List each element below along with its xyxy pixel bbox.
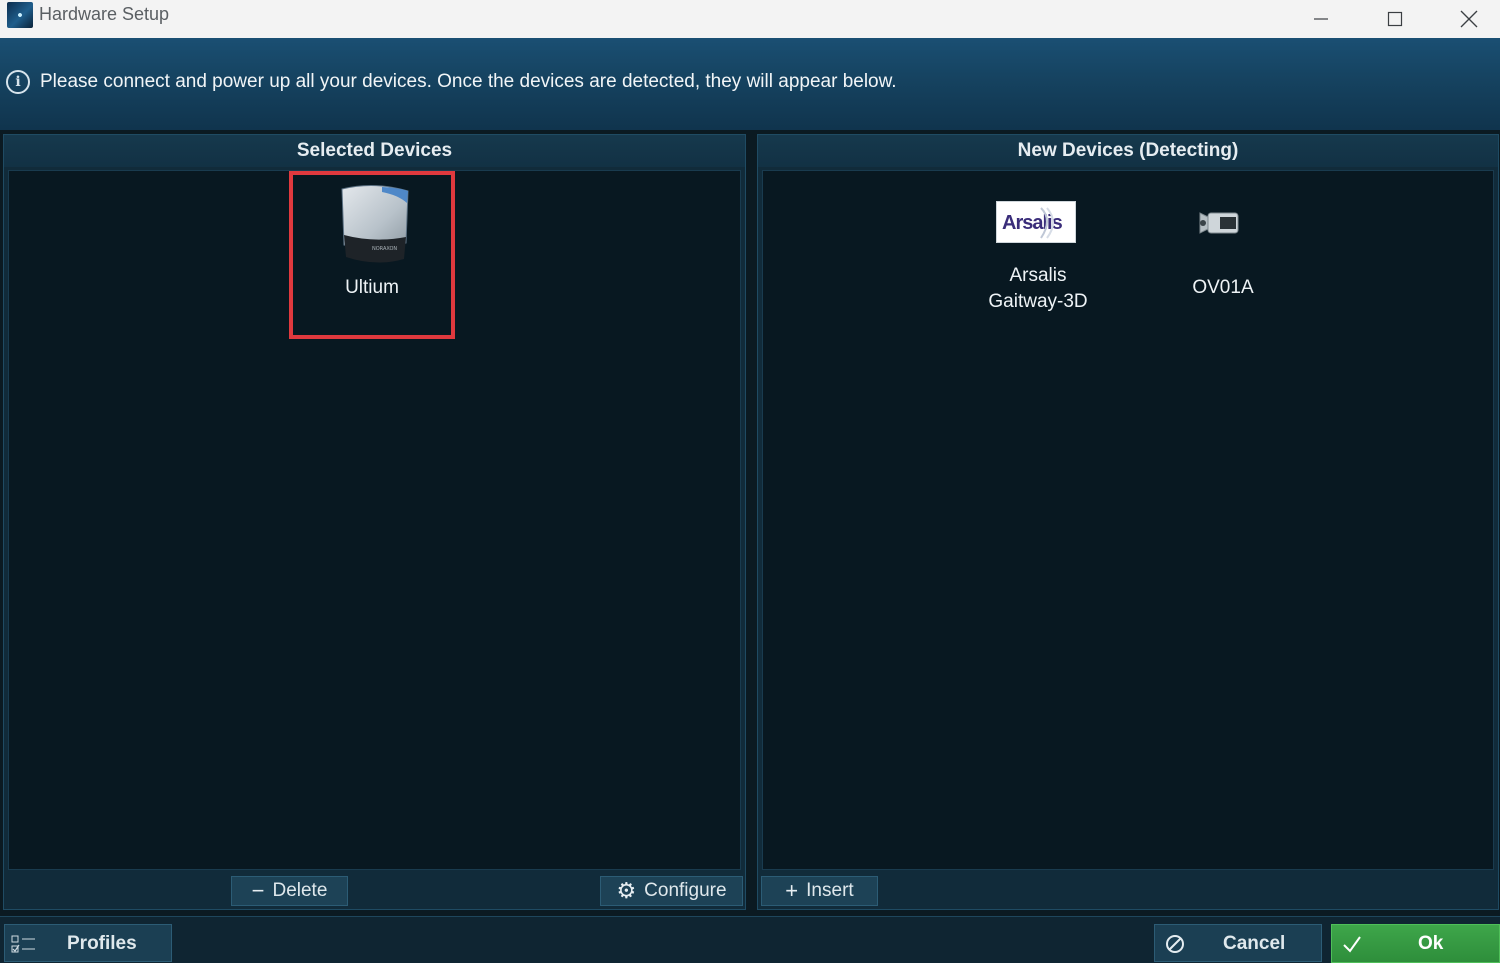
- app-logo-icon: [7, 2, 33, 28]
- gear-icon: ⚙: [616, 878, 637, 903]
- arsalis-logo-icon: Arsalis: [996, 201, 1076, 243]
- ultium-label: Ultium: [345, 277, 399, 298]
- ok-label: Ok: [1418, 933, 1444, 954]
- svg-text:NORAXON: NORAXON: [372, 246, 397, 252]
- configure-button[interactable]: ⚙ Configure: [600, 876, 743, 906]
- info-icon: i: [6, 70, 30, 94]
- maximize-button[interactable]: [1358, 0, 1432, 38]
- window-title: Hardware Setup: [39, 4, 170, 24]
- dialog-footer: Profiles Cancel Ok: [0, 916, 1500, 963]
- device-ov01a[interactable]: OV01A: [1163, 201, 1283, 311]
- new-panel-toolbar: + Insert: [758, 875, 1498, 909]
- device-ultium[interactable]: NORAXON Ultium: [289, 171, 455, 339]
- new-devices-list: Arsalis Arsalis Gaitway-3D OV01A: [762, 170, 1494, 870]
- selected-devices-title: Selected Devices: [4, 135, 745, 167]
- configure-label: Configure: [644, 880, 727, 901]
- selected-devices-list: NORAXON Ultium: [8, 170, 741, 870]
- minimize-icon: [1314, 18, 1328, 20]
- profiles-label: Profiles: [67, 933, 137, 954]
- device-arsalis-gaitway[interactable]: Arsalis Arsalis Gaitway-3D: [958, 201, 1118, 321]
- video-camera-icon: [1199, 212, 1239, 234]
- minimize-button[interactable]: [1284, 0, 1358, 38]
- info-message: Please connect and power up all your dev…: [40, 71, 897, 92]
- delete-button[interactable]: − Delete: [231, 876, 348, 906]
- selected-devices-panel: Selected Devices NORAXON Ultium − Delete…: [3, 134, 746, 910]
- new-devices-panel: New Devices (Detecting) Arsalis Arsalis …: [757, 134, 1499, 910]
- insert-button[interactable]: + Insert: [761, 876, 878, 906]
- cancel-label: Cancel: [1223, 933, 1286, 954]
- ov01a-label: OV01A: [1192, 277, 1254, 298]
- minus-icon: −: [251, 878, 265, 903]
- insert-label: Insert: [806, 880, 854, 901]
- ultium-device-icon: NORAXON: [341, 184, 409, 263]
- cancel-button[interactable]: Cancel: [1154, 924, 1322, 962]
- plus-icon: +: [785, 878, 799, 903]
- arsalis-label-line1: Arsalis: [1009, 265, 1067, 286]
- cancel-icon: [1166, 935, 1184, 953]
- delete-label: Delete: [272, 880, 328, 901]
- selected-panel-toolbar: − Delete ⚙ Configure: [4, 875, 745, 909]
- profiles-button[interactable]: Profiles: [4, 924, 172, 962]
- ok-button[interactable]: Ok: [1331, 924, 1500, 963]
- new-devices-title: New Devices (Detecting): [758, 135, 1498, 167]
- close-button[interactable]: [1432, 0, 1500, 38]
- maximize-icon: [1387, 11, 1403, 27]
- profiles-checklist-icon: [11, 935, 35, 953]
- close-icon: [1460, 10, 1478, 28]
- arsalis-label-line2: Gaitway-3D: [988, 291, 1088, 312]
- title-bar: Hardware Setup: [0, 0, 1500, 39]
- checkmark-icon: [1343, 936, 1361, 953]
